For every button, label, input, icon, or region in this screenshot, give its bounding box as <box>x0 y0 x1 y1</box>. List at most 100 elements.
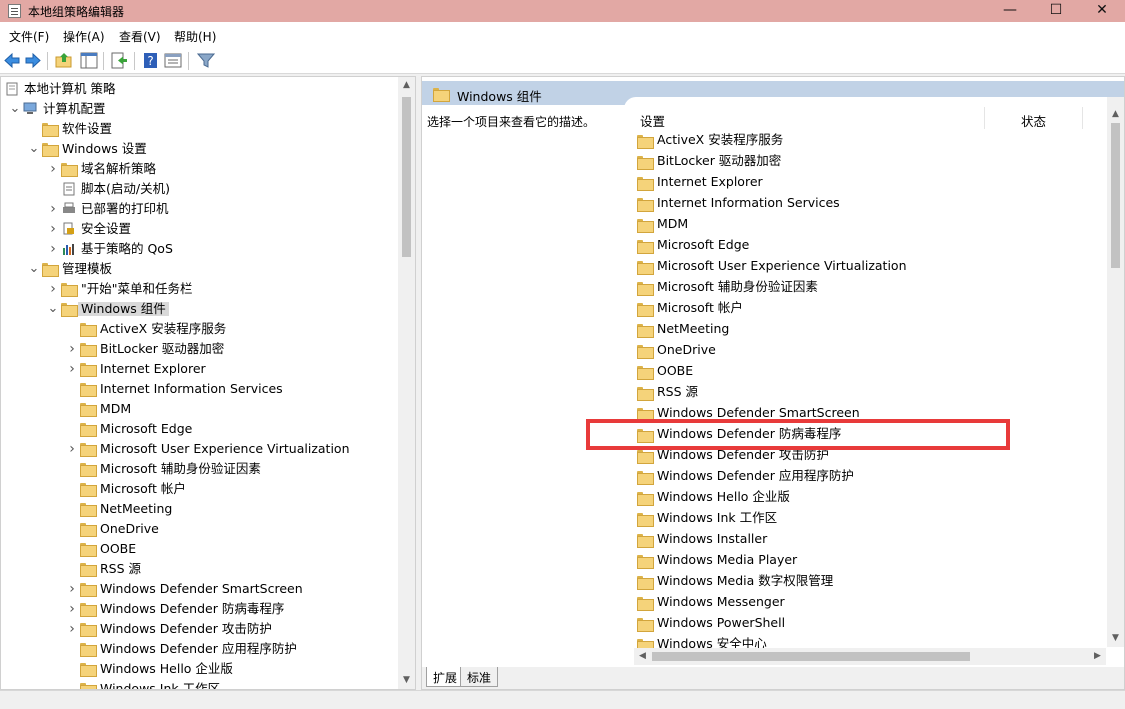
tree-item[interactable]: › Microsoft User Experience Virtualizatio… <box>1 439 399 459</box>
chevron-down-icon[interactable]: ⌄ <box>28 262 40 276</box>
menu-help[interactable]: 帮助(H) <box>174 28 216 45</box>
list-item[interactable]: Windows Defender 应用程序防护 <box>634 466 1114 487</box>
scroll-up-arrow-icon[interactable]: ▲ <box>1107 106 1124 123</box>
tree-item[interactable]: › Windows Defender 防病毒程序 <box>1 599 399 619</box>
tree-item[interactable]: Microsoft Edge <box>1 419 399 439</box>
list-item[interactable]: Windows Media 数字权限管理 <box>634 571 1114 592</box>
column-divider[interactable] <box>984 107 985 129</box>
tree-item[interactable]: Internet Information Services <box>1 379 399 399</box>
chevron-down-icon[interactable]: ⌄ <box>9 102 21 116</box>
tree-item[interactable]: 本地计算机 策略 <box>1 79 399 99</box>
chevron-right-icon[interactable]: › <box>47 242 59 256</box>
tree-item[interactable]: › 安全设置 <box>1 219 399 239</box>
tree-item[interactable]: › BitLocker 驱动器加密 <box>1 339 399 359</box>
tree-item[interactable]: Windows Ink 工作区 <box>1 679 399 689</box>
tree-item[interactable]: ActiveX 安装程序服务 <box>1 319 399 339</box>
tree-item[interactable]: › 已部署的打印机 <box>1 199 399 219</box>
tree-item[interactable]: ⌄ 管理模板 <box>1 259 399 279</box>
list-item[interactable]: Windows Messenger <box>634 592 1114 613</box>
chevron-right-icon[interactable]: › <box>66 602 78 616</box>
list-scroll-thumb[interactable] <box>1111 123 1120 268</box>
tree-item[interactable]: › Windows Defender 攻击防护 <box>1 619 399 639</box>
chevron-right-icon[interactable]: › <box>47 282 59 296</box>
tree-item[interactable]: RSS 源 <box>1 559 399 579</box>
chevron-right-icon[interactable]: › <box>47 202 59 216</box>
tree-vertical-scrollbar[interactable]: ▲ ▼ <box>398 77 415 689</box>
list-item[interactable]: Windows Ink 工作区 <box>634 508 1114 529</box>
tree-item[interactable]: OneDrive <box>1 519 399 539</box>
menu-view[interactable]: 查看(V) <box>119 28 161 45</box>
minimize-button[interactable]: — <box>987 0 1033 22</box>
list-item[interactable]: RSS 源 <box>634 382 1114 403</box>
tree-item[interactable]: ⌄ 计算机配置 <box>1 99 399 119</box>
tree-item[interactable]: 脚本(启动/关机) <box>1 179 399 199</box>
list-item[interactable]: Windows PowerShell <box>634 613 1114 634</box>
list-item[interactable]: OneDrive <box>634 340 1114 361</box>
tree-item[interactable]: Windows Hello 企业版 <box>1 659 399 679</box>
list-item[interactable]: Microsoft 辅助身份验证因素 <box>634 277 1114 298</box>
maximize-button[interactable]: ☐ <box>1033 0 1079 22</box>
chevron-right-icon[interactable]: › <box>47 222 59 236</box>
chevron-down-icon[interactable]: ⌄ <box>47 302 59 316</box>
list-item[interactable]: Microsoft User Experience Virtualization <box>634 256 1114 277</box>
list-horizontal-scrollbar[interactable]: ◀ ▶ <box>634 648 1106 665</box>
chevron-down-icon[interactable]: ⌄ <box>28 142 40 156</box>
back-arrow-icon[interactable] <box>3 52 21 69</box>
tree-item[interactable]: Windows Defender 应用程序防护 <box>1 639 399 659</box>
up-folder-icon[interactable] <box>55 52 73 69</box>
scroll-right-arrow-icon[interactable]: ▶ <box>1089 648 1106 665</box>
list-item[interactable]: BitLocker 驱动器加密 <box>634 151 1114 172</box>
list-item[interactable]: Microsoft Edge <box>634 235 1114 256</box>
tree-item[interactable]: › "开始"菜单和任务栏 <box>1 279 399 299</box>
forward-arrow-icon[interactable] <box>24 52 42 69</box>
list-item[interactable]: Internet Information Services <box>634 193 1114 214</box>
list-item[interactable]: Windows Hello 企业版 <box>634 487 1114 508</box>
tree-item[interactable]: OOBE <box>1 539 399 559</box>
list-item[interactable]: Microsoft 帐户 <box>634 298 1114 319</box>
tree-item[interactable]: › Internet Explorer <box>1 359 399 379</box>
properties-icon[interactable] <box>164 52 182 69</box>
chevron-right-icon[interactable]: › <box>66 442 78 456</box>
menu-action[interactable]: 操作(A) <box>63 28 105 45</box>
list-item[interactable]: Windows Installer <box>634 529 1114 550</box>
column-divider[interactable] <box>1082 107 1083 129</box>
scroll-up-arrow-icon[interactable]: ▲ <box>398 77 415 94</box>
tree-scroll-thumb[interactable] <box>402 97 411 257</box>
list-hscroll-thumb[interactable] <box>652 652 970 661</box>
chevron-right-icon[interactable]: › <box>47 162 59 176</box>
scroll-left-arrow-icon[interactable]: ◀ <box>634 648 651 665</box>
tab-standard[interactable]: 标准 <box>460 667 499 687</box>
chevron-right-icon[interactable]: › <box>66 362 78 376</box>
list-item[interactable]: Internet Explorer <box>634 172 1114 193</box>
tree-item[interactable]: MDM <box>1 399 399 419</box>
list-item[interactable]: ActiveX 安装程序服务 <box>634 130 1114 151</box>
export-list-icon[interactable] <box>110 52 128 69</box>
tree-item[interactable]: ⌄ Windows 设置 <box>1 139 399 159</box>
tree-item[interactable]: Microsoft 帐户 <box>1 479 399 499</box>
show-hide-tree-icon[interactable] <box>80 52 98 69</box>
help-icon[interactable]: ? <box>142 52 160 69</box>
list-vertical-scrollbar[interactable]: ▲ ▼ <box>1107 97 1124 647</box>
tree-item[interactable]: › 域名解析策略 <box>1 159 399 179</box>
scroll-down-arrow-icon[interactable]: ▼ <box>1107 630 1124 647</box>
column-setting-header[interactable]: 设置 <box>640 111 665 130</box>
tree-item[interactable]: › Windows Defender SmartScreen <box>1 579 399 599</box>
chevron-right-icon[interactable]: › <box>66 342 78 356</box>
tree-item[interactable]: 软件设置 <box>1 119 399 139</box>
list-item[interactable]: OOBE <box>634 361 1114 382</box>
tab-extended[interactable]: 扩展 <box>426 667 465 687</box>
tree-item[interactable]: ⌄ Windows 组件 <box>1 299 399 319</box>
tree-item[interactable]: NetMeeting <box>1 499 399 519</box>
column-state-header[interactable]: 状态 <box>1021 111 1046 130</box>
close-button[interactable]: ✕ <box>1079 0 1125 22</box>
list-item[interactable]: NetMeeting <box>634 319 1114 340</box>
tree-item[interactable]: › 基于策略的 QoS <box>1 239 399 259</box>
list-item[interactable]: MDM <box>634 214 1114 235</box>
chevron-right-icon[interactable]: › <box>66 582 78 596</box>
menu-file[interactable]: 文件(F) <box>9 28 49 45</box>
chevron-right-icon[interactable]: › <box>66 622 78 636</box>
filter-icon[interactable] <box>197 52 215 69</box>
tree-item[interactable]: Microsoft 辅助身份验证因素 <box>1 459 399 479</box>
scroll-down-arrow-icon[interactable]: ▼ <box>398 672 415 689</box>
list-item[interactable]: Windows Media Player <box>634 550 1114 571</box>
